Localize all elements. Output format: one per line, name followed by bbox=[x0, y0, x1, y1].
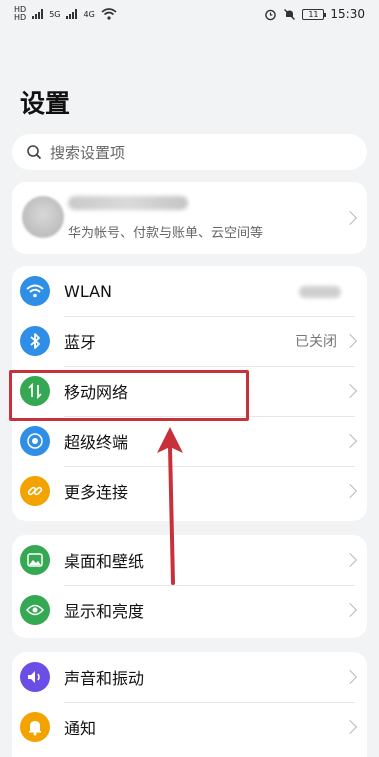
super-device-icon bbox=[20, 426, 50, 456]
status-right: 11 15:30 bbox=[264, 7, 365, 21]
chevron-right-icon bbox=[342, 552, 358, 568]
link-icon bbox=[20, 476, 50, 506]
mute-icon bbox=[284, 8, 296, 20]
account-card[interactable]: 华为帐号、付款与账单、云空间等 bbox=[12, 182, 367, 254]
signal-icon bbox=[32, 9, 44, 19]
wifi-status-icon bbox=[101, 8, 117, 20]
settings-item-label: 蓝牙 bbox=[64, 333, 97, 352]
status-time: 15:30 bbox=[330, 7, 365, 21]
settings-item-sound-vibration[interactable]: 声音和振动 bbox=[12, 652, 367, 702]
wlan-network-redacted bbox=[299, 286, 341, 298]
settings-item-display-brightness[interactable]: 显示和亮度 bbox=[12, 585, 367, 635]
chevron-right-icon bbox=[342, 210, 358, 226]
wifi-icon bbox=[20, 276, 50, 306]
chevron-right-icon bbox=[342, 669, 358, 685]
chevron-right-icon bbox=[342, 719, 358, 735]
battery-icon: 11 bbox=[302, 8, 327, 20]
eye-icon bbox=[20, 595, 50, 625]
chevron-right-icon bbox=[342, 433, 358, 449]
chevron-right-icon bbox=[342, 602, 358, 618]
page-title: 设置 bbox=[20, 89, 71, 118]
network-type-label-2: 4G bbox=[83, 9, 95, 19]
status-left: HD HD 5G 4G bbox=[14, 6, 117, 22]
chevron-right-icon bbox=[342, 483, 358, 499]
signal-icon bbox=[66, 9, 78, 19]
settings-item-label: WLAN bbox=[64, 281, 113, 301]
settings-item-label: 声音和振动 bbox=[64, 669, 145, 688]
settings-item-label: 显示和亮度 bbox=[64, 602, 145, 621]
chevron-right-icon bbox=[342, 383, 358, 399]
avatar bbox=[22, 196, 64, 238]
sound-settings-group: 声音和振动 通知 bbox=[12, 652, 367, 757]
wallpaper-icon bbox=[20, 545, 50, 575]
status-bar: HD HD 5G 4G 11 15:30 bbox=[0, 0, 379, 28]
settings-item-wlan[interactable]: WLAN bbox=[12, 266, 367, 316]
battery-level: 11 bbox=[308, 9, 319, 19]
search-icon bbox=[27, 145, 42, 160]
hd-labels: HD HD bbox=[14, 6, 26, 22]
settings-item-label: 超级终端 bbox=[64, 433, 129, 452]
sound-icon bbox=[20, 662, 50, 692]
account-name-redacted bbox=[68, 196, 188, 210]
bell-icon bbox=[20, 712, 50, 742]
red-arrow-annotation bbox=[157, 427, 183, 585]
settings-item-label: 通知 bbox=[64, 719, 97, 738]
settings-item-notifications[interactable]: 通知 bbox=[12, 702, 367, 752]
alarm-icon bbox=[265, 9, 277, 20]
settings-item-label: 桌面和壁纸 bbox=[64, 552, 145, 571]
bluetooth-status: 已关闭 bbox=[295, 334, 337, 350]
bluetooth-icon bbox=[20, 326, 50, 356]
settings-item-bluetooth[interactable]: 蓝牙 已关闭 bbox=[12, 316, 367, 366]
network-type-label-1: 5G bbox=[49, 9, 61, 19]
hd-label-2: HD bbox=[14, 13, 27, 22]
highlight-box bbox=[9, 370, 249, 421]
search-placeholder: 搜索设置项 bbox=[50, 143, 126, 162]
account-subtitle: 华为帐号、付款与账单、云空间等 bbox=[68, 226, 264, 241]
search-input[interactable]: 搜索设置项 bbox=[12, 134, 367, 170]
settings-item-label: 更多连接 bbox=[64, 483, 129, 502]
chevron-right-icon bbox=[342, 333, 358, 349]
